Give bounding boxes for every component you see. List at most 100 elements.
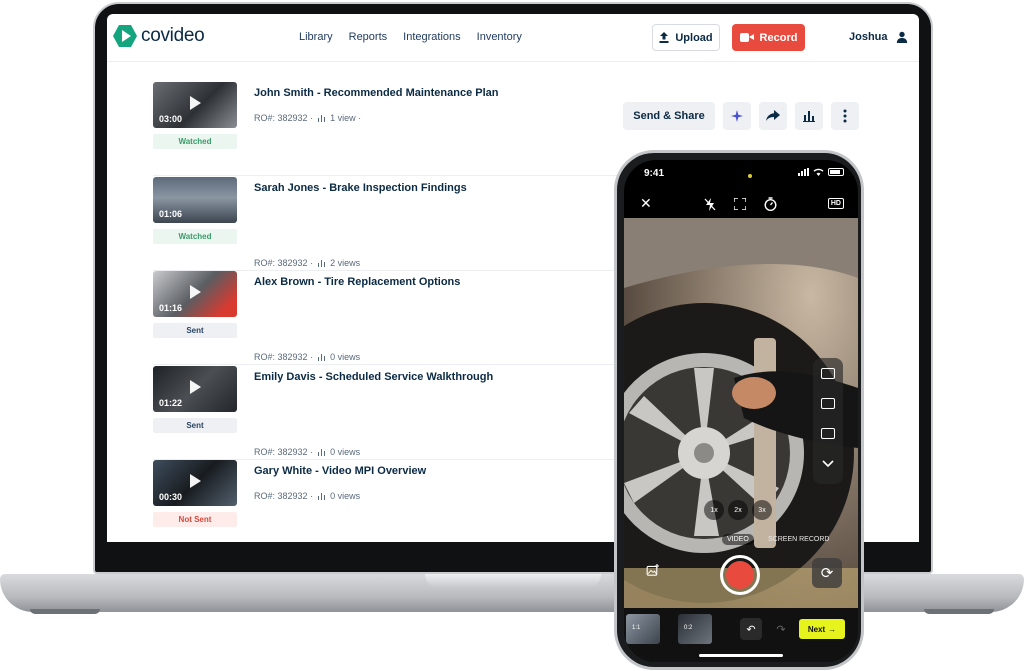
- camera-icon[interactable]: [821, 368, 835, 379]
- video-thumbnail[interactable]: 01:06: [153, 177, 237, 223]
- undo-icon[interactable]: ↶: [740, 618, 762, 640]
- share-arrow-icon: [766, 110, 780, 121]
- meta-separator: ·: [310, 491, 314, 501]
- upload-icon: [659, 32, 669, 43]
- analytics-button[interactable]: [795, 102, 823, 130]
- video-thumbnail[interactable]: 01:16: [153, 271, 237, 317]
- record-button[interactable]: Record: [732, 24, 805, 51]
- close-icon[interactable]: ✕: [640, 195, 652, 212]
- status-badge: Watched: [153, 134, 237, 149]
- record-shutter-button[interactable]: [720, 555, 760, 595]
- user-icon: [896, 31, 907, 43]
- ro-number: RO#: 382932: [254, 258, 308, 268]
- video-title[interactable]: Emily Davis - Scheduled Service Walkthro…: [254, 371, 493, 383]
- clip-duration: 0:2: [684, 625, 693, 631]
- video-duration: 00:30: [159, 492, 183, 502]
- video-thumbnail[interactable]: 00:30: [153, 460, 237, 506]
- laptop-notch: [425, 574, 601, 588]
- video-thumbnail[interactable]: 01:22: [153, 366, 237, 412]
- home-indicator: [699, 654, 783, 657]
- wifi-icon: [813, 168, 824, 176]
- video-title[interactable]: Alex Brown - Tire Replacement Options: [254, 276, 460, 288]
- analytics-icon: [803, 111, 815, 122]
- user-menu[interactable]: Joshua: [849, 31, 908, 43]
- fullscreen-icon[interactable]: [734, 198, 746, 210]
- app-header: covideo Library Reports Integrations Inv…: [107, 14, 919, 62]
- meta-separator: ·: [310, 258, 314, 268]
- status-badge: Sent: [153, 418, 237, 433]
- main-nav: Library Reports Integrations Inventory: [299, 31, 522, 43]
- hd-toggle[interactable]: HD: [827, 198, 844, 209]
- zoom-2x[interactable]: 2x: [728, 500, 748, 520]
- next-label: Next: [807, 624, 826, 634]
- capture-controls: ⟳: [624, 550, 858, 608]
- record-label: Record: [759, 31, 798, 44]
- laptop-foot-left: [30, 609, 100, 614]
- flash-off-icon[interactable]: [704, 198, 716, 211]
- dynamic-island: [702, 166, 778, 186]
- video-thumbnail[interactable]: 03:00: [153, 82, 237, 128]
- sparkle-icon: [731, 110, 743, 122]
- camera-viewfinder[interactable]: 1x 2x 3x VIDEO SCREEN RECORD ⟳: [624, 218, 858, 608]
- video-meta: RO#: 382932 · 0 views: [254, 352, 360, 362]
- view-count: 2 views: [330, 258, 361, 268]
- captions-icon[interactable]: [821, 398, 835, 409]
- more-button[interactable]: [831, 102, 859, 130]
- timer-icon[interactable]: [764, 197, 777, 211]
- video-meta: RO#: 382932 · 0 views: [254, 491, 360, 501]
- video-title[interactable]: John Smith - Recommended Maintenance Pla…: [254, 87, 499, 99]
- send-share-button[interactable]: Send & Share: [623, 102, 715, 130]
- video-row[interactable]: 01:16 Sent Alex Brown - Tire Replacement…: [153, 271, 623, 365]
- ro-number: RO#: 382932: [254, 352, 308, 362]
- flip-camera-icon[interactable]: ⟳: [812, 558, 842, 588]
- camera-toolbar: ✕ HD: [624, 190, 858, 218]
- share-button[interactable]: [759, 102, 787, 130]
- ai-button[interactable]: [723, 102, 751, 130]
- play-icon: [190, 474, 201, 488]
- view-count: 0 views: [330, 447, 361, 457]
- ro-number: RO#: 382932: [254, 447, 308, 457]
- nav-integrations[interactable]: Integrations: [403, 31, 460, 43]
- more-vertical-icon: [843, 109, 847, 123]
- video-row[interactable]: 01:06 Watched Sarah Jones - Brake Inspec…: [153, 177, 623, 271]
- logo-mark-icon: [113, 24, 137, 48]
- nav-inventory[interactable]: Inventory: [477, 31, 522, 43]
- zoom-selector: 1x 2x 3x: [704, 500, 772, 520]
- video-meta: RO#: 382932 · 2 views: [254, 258, 360, 268]
- view-count: 1 view: [330, 113, 356, 123]
- play-icon: [190, 285, 201, 299]
- status-badge: Watched: [153, 229, 237, 244]
- views-icon: [317, 449, 326, 456]
- meta-separator: ·: [310, 113, 314, 123]
- row-actions: Send & Share: [623, 102, 859, 130]
- play-icon: [190, 96, 201, 110]
- gallery-add-icon[interactable]: [646, 564, 660, 576]
- nav-reports[interactable]: Reports: [349, 31, 388, 43]
- next-button[interactable]: Next →: [799, 619, 845, 639]
- upload-label: Upload: [675, 31, 713, 44]
- video-duration: 01:16: [159, 303, 183, 313]
- mode-video[interactable]: VIDEO: [722, 534, 754, 545]
- zoom-3x[interactable]: 3x: [752, 500, 772, 520]
- status-badge: Not Sent: [153, 512, 237, 527]
- video-row[interactable]: 01:22 Sent Emily Davis - Scheduled Servi…: [153, 366, 623, 460]
- mode-screen-record[interactable]: SCREEN RECORD: [768, 536, 829, 543]
- video-camera-icon: [739, 33, 754, 42]
- video-title[interactable]: Gary White - Video MPI Overview: [254, 465, 426, 477]
- ro-number: RO#: 382932: [254, 113, 308, 123]
- video-title[interactable]: Sarah Jones - Brake Inspection Findings: [254, 182, 467, 194]
- camera-side-tools: [813, 358, 843, 484]
- views-icon: [317, 354, 326, 361]
- background-icon[interactable]: [821, 428, 835, 439]
- clip-thumbnail[interactable]: 0:2: [678, 614, 712, 644]
- nav-library[interactable]: Library: [299, 31, 333, 43]
- status-badge: Sent: [153, 323, 237, 338]
- video-row[interactable]: 00:30 Not Sent Gary White - Video MPI Ov…: [153, 460, 623, 542]
- views-icon: [317, 260, 326, 267]
- clip-thumbnail[interactable]: 1:1: [626, 614, 660, 644]
- phone-screen: 9:41 ✕ HD 1x 2x 3x VIDEO SCREEN RECORD ⟳…: [624, 160, 858, 662]
- upload-button[interactable]: Upload: [652, 24, 720, 51]
- covideo-logo[interactable]: covideo: [113, 24, 205, 48]
- chevron-down-icon[interactable]: [822, 460, 834, 468]
- zoom-1x[interactable]: 1x: [704, 500, 724, 520]
